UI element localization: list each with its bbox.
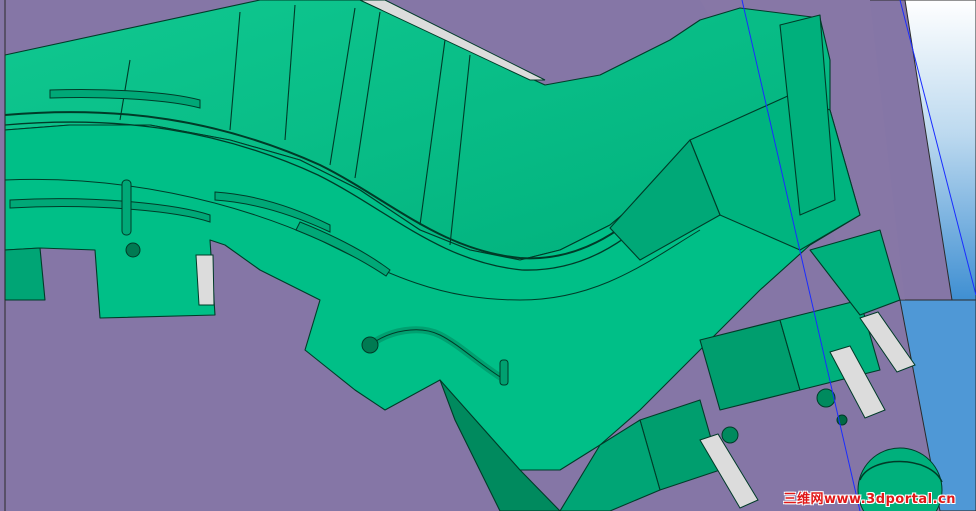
mold-body [4,0,901,511]
site-watermark: 三维网www.3dportal.cn [783,492,956,507]
mold-part-3d-model[interactable] [0,0,976,511]
cad-3d-viewport[interactable]: 三维网www.3dportal.cn [0,0,976,511]
